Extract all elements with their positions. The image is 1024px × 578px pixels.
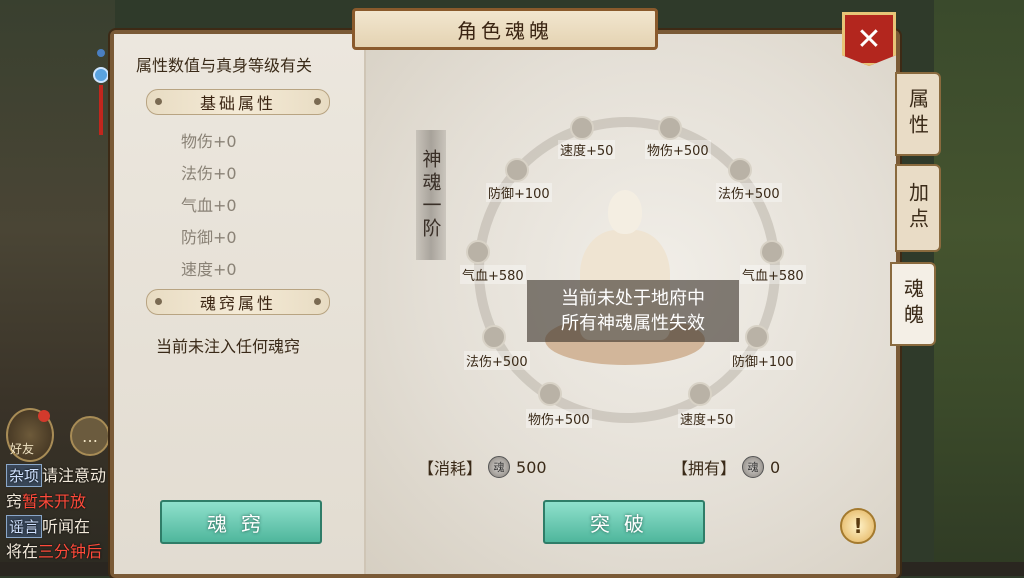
- node-label-defense: 防御+100: [730, 351, 796, 370]
- warning-line-1: 当前未处于地府中: [561, 288, 705, 309]
- cost-row: 【消耗】 魂 500: [418, 455, 547, 479]
- node-label-physical-damage: 物伤+500: [526, 409, 592, 428]
- cost-label: 【消耗】: [418, 459, 483, 478]
- warning-line-2: 所有神魂属性失效: [561, 313, 705, 334]
- stat-speed: 速度+0: [181, 260, 237, 279]
- chat-text: 窍: [6, 492, 23, 511]
- charm-ornament-icon: [93, 49, 109, 135]
- chat-line: 杂项 请注意动: [6, 462, 106, 487]
- underworld-warning: 当前未处于地府中 所有神魂属性失效: [527, 280, 739, 342]
- chat-highlight: 暂未开放: [22, 492, 87, 511]
- soul-stage-title: 神魂一阶: [416, 130, 446, 260]
- chat-text: 将在: [6, 542, 39, 561]
- chat-tag-rumor: 谣言: [6, 515, 43, 538]
- own-row: 【拥有】 魂 0: [672, 455, 780, 479]
- stat-physical-damage: 物伤+0: [181, 132, 237, 151]
- soul-node[interactable]: [505, 158, 529, 182]
- node-label-hp: 气血+580: [460, 265, 526, 284]
- soul-node[interactable]: [466, 240, 490, 264]
- chat-line: 将在三分钟后: [6, 538, 102, 562]
- node-label-magic-damage: 法伤+500: [716, 183, 782, 202]
- background-scene-right: [934, 0, 1024, 576]
- basic-attributes-header: 基础属性: [146, 89, 330, 115]
- soul-node[interactable]: [538, 382, 562, 406]
- tab-attributes[interactable]: 属性: [895, 72, 941, 156]
- soul-node[interactable]: [570, 116, 594, 140]
- soul-node[interactable]: [688, 382, 712, 406]
- attribute-description: 属性数值与真身等级有关: [136, 56, 313, 75]
- friends-label: 好友: [10, 442, 35, 456]
- chat-line: 谣言 听闻在: [6, 513, 90, 538]
- soul-node[interactable]: [728, 158, 752, 182]
- soul-node[interactable]: [745, 325, 769, 349]
- node-label-hp: 气血+580: [740, 265, 806, 284]
- chat-tag-misc: 杂项: [6, 464, 43, 487]
- soul-currency-icon: 魂: [742, 456, 765, 478]
- node-label-speed: 速度+50: [558, 140, 616, 159]
- chat-text: 听闻在: [42, 517, 91, 536]
- node-label-physical-damage: 物伤+500: [645, 140, 711, 159]
- own-label: 【拥有】: [672, 459, 737, 478]
- node-label-speed: 速度+50: [678, 409, 736, 428]
- basic-attributes-label: 基础属性: [199, 94, 276, 113]
- chat-text: 请注意动: [42, 466, 107, 485]
- cost-value: 500: [516, 457, 547, 477]
- breakthrough-button[interactable]: 突破: [543, 500, 705, 544]
- soul-attributes-label: 魂窍属性: [199, 294, 276, 313]
- chat-line: 窍暂未开放: [6, 488, 86, 512]
- soul-node[interactable]: [482, 325, 506, 349]
- tab-soul[interactable]: 魂魄: [890, 262, 936, 346]
- close-icon[interactable]: ✕: [842, 12, 896, 66]
- soul-node[interactable]: [658, 116, 682, 140]
- chat-highlight: 三分钟后: [38, 542, 103, 561]
- stat-hp: 气血+0: [181, 196, 237, 215]
- stat-defense: 防御+0: [181, 228, 237, 247]
- chat-bubble-icon[interactable]: …: [70, 416, 110, 456]
- node-label-defense: 防御+100: [486, 183, 552, 202]
- help-icon[interactable]: !: [840, 508, 876, 544]
- tab-add-points[interactable]: 加点: [895, 164, 941, 252]
- soul-currency-icon: 魂: [488, 456, 511, 478]
- window-title: 角色魂魄: [352, 8, 658, 50]
- soul-node[interactable]: [760, 240, 784, 264]
- soul-aperture-button[interactable]: 魂窍: [160, 500, 322, 544]
- own-value: 0: [770, 457, 781, 477]
- node-label-magic-damage: 法伤+500: [464, 351, 530, 370]
- notification-dot: [38, 410, 50, 422]
- soul-empty-text: 当前未注入任何魂窍: [156, 337, 301, 356]
- soul-attributes-header: 魂窍属性: [146, 289, 330, 315]
- stat-magic-damage: 法伤+0: [181, 164, 237, 183]
